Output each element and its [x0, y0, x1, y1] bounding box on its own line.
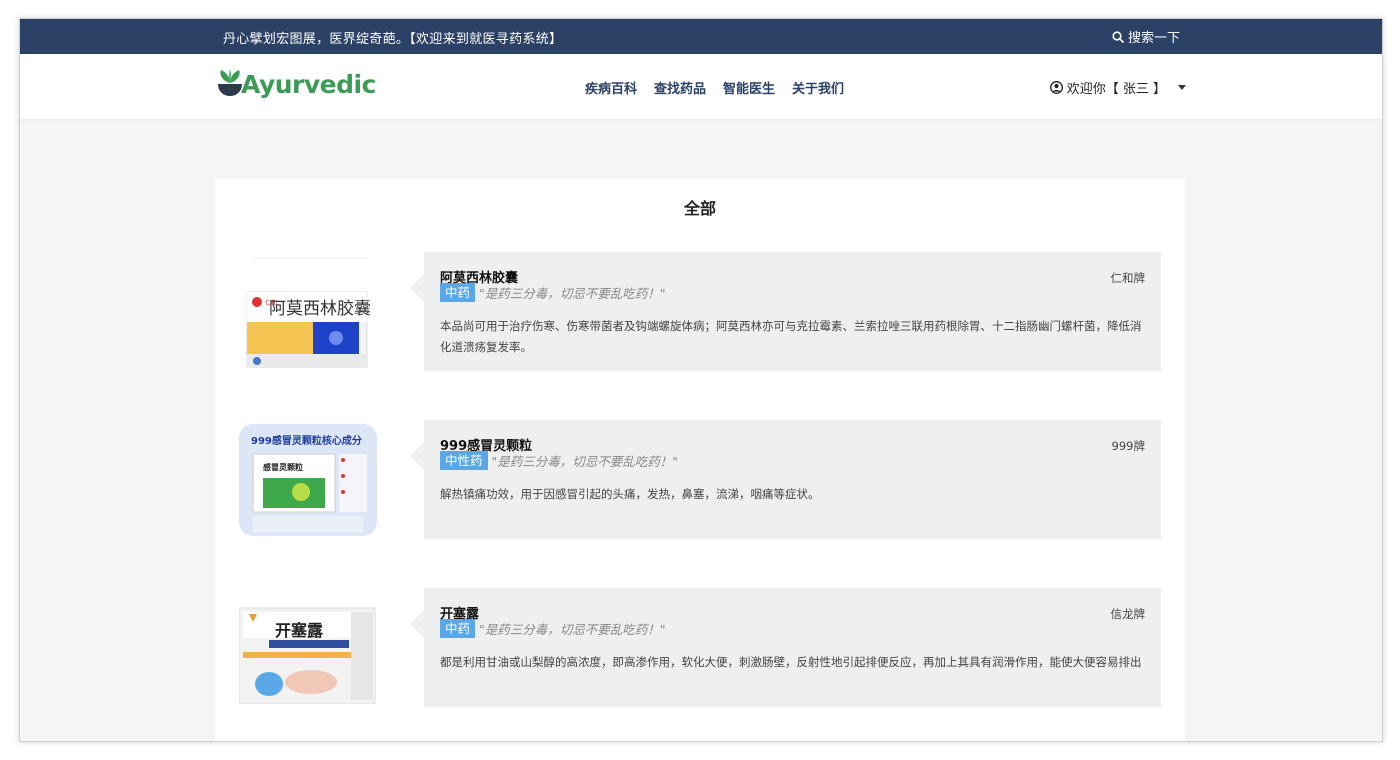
drug-info-panel: 开塞露 信龙牌 中药 "是药三分毒，切忌不要乱吃药！" 都是利用甘油或山梨醇的高…: [410, 588, 1161, 707]
drug-tagline: 中药 "是药三分毒，切忌不要乱吃药！": [440, 619, 666, 638]
drug-warning-quote: "是药三分毒，切忌不要乱吃药！": [491, 454, 679, 469]
drug-image-999-ganmaoling[interactable]: 999感冒灵颗粒核心成分 感冒灵颗粒: [239, 424, 377, 536]
leaf-bowl-icon: [218, 69, 242, 96]
logo-text: Ayurvedic: [241, 69, 376, 99]
drug-description: 都是利用甘油或山梨醇的高浓度，即高渗作用，软化大便，刺激肠壁，反射性地引起排便反…: [440, 655, 1142, 669]
nav-smart-doctor[interactable]: 智能医生: [723, 78, 775, 97]
drug-description: 本品尚可用于治疗伤寒、伤寒带菌者及钩端螺旋体病；阿莫西林亦可与克拉霉素、兰索拉唑…: [440, 319, 1142, 354]
nav-about-us[interactable]: 关于我们: [792, 78, 844, 97]
image-label-text: 开塞露: [275, 621, 324, 640]
drug-item[interactable]: 仁和 阿莫西林胶囊 阿莫西林胶囊 仁和牌 中药 "是药三分毒，切忌不要乱吃药！"…: [215, 252, 1185, 372]
drug-item[interactable]: 999感冒灵颗粒核心成分 感冒灵颗粒 999感冒灵颗粒 999牌 中性药 "是药…: [215, 420, 1185, 540]
search-label: 搜索一下: [1127, 31, 1180, 46]
svg-text:感冒灵颗粒: 感冒灵颗粒: [263, 462, 303, 472]
welcome-notice: 丹心擘划宏图展，医界绽奇葩。【欢迎来到就医寻药系统】: [223, 32, 563, 47]
image-label-text: 阿莫西林胶囊: [269, 299, 371, 319]
user-greeting: 欢迎你【 张三 】: [1066, 82, 1166, 97]
drug-info-panel: 阿莫西林胶囊 仁和牌 中药 "是药三分毒，切忌不要乱吃药！" 本品尚可用于治疗伤…: [410, 252, 1161, 371]
drug-warning-quote: "是药三分毒，切忌不要乱吃药！": [479, 622, 666, 637]
site-logo[interactable]: Ayurvedic: [216, 69, 376, 99]
drug-type-badge: 中药: [440, 619, 476, 638]
image-label-text: 999感冒灵颗粒核心成分: [251, 434, 362, 447]
page-title: 全部: [683, 199, 716, 218]
user-menu[interactable]: 欢迎你【 张三 】: [1049, 78, 1186, 97]
announcement-bar: 丹心擘划宏图展，医界绽奇葩。【欢迎来到就医寻药系统】 搜索一下: [20, 19, 1382, 54]
drug-tagline: 中性药 "是药三分毒，切忌不要乱吃药！": [440, 451, 678, 470]
user-circle-icon: [1049, 81, 1063, 94]
drug-brand: 仁和牌: [1110, 271, 1146, 285]
search-icon: [1112, 30, 1124, 43]
site-header: Ayurvedic 疾病百科 查找药品 智能医生 关于我们 欢迎你【 张三 】: [20, 54, 1382, 119]
main-nav: 疾病百科 查找药品 智能医生 关于我们: [585, 78, 844, 97]
browser-window: 丹心擘划宏图展，医界绽奇葩。【欢迎来到就医寻药系统】 搜索一下 Ayurvedi…: [19, 18, 1383, 742]
drug-type-badge: 中性药: [440, 451, 488, 470]
drug-brand: 999牌: [1111, 439, 1145, 453]
drug-image-amoxicillin[interactable]: 仁和 阿莫西林胶囊: [239, 256, 377, 368]
drug-info-panel: 999感冒灵颗粒 999牌 中性药 "是药三分毒，切忌不要乱吃药！" 解热镇痛功…: [410, 420, 1161, 539]
drug-item[interactable]: 开塞露 开塞露 信龙牌 中药 "是药三分毒，切忌不要乱吃药！" 都是利用甘油或山…: [215, 588, 1185, 708]
drug-tagline: 中药 "是药三分毒，切忌不要乱吃药！": [440, 283, 666, 302]
nav-disease-encyclopedia[interactable]: 疾病百科: [585, 78, 637, 97]
drug-type-badge: 中药: [440, 283, 476, 302]
drug-image-kaisailu[interactable]: 开塞露: [239, 592, 377, 704]
nav-find-drugs[interactable]: 查找药品: [654, 78, 706, 97]
search-button[interactable]: 搜索一下: [1112, 27, 1180, 46]
drug-warning-quote: "是药三分毒，切忌不要乱吃药！": [479, 286, 666, 301]
caret-down-icon[interactable]: [1178, 85, 1186, 90]
drug-list-card: 全部 仁和 阿莫西林胶囊 阿莫西林胶囊 仁和牌 中药 "是药三分毒，切忌不要乱吃…: [215, 179, 1185, 741]
drug-brand: 信龙牌: [1110, 607, 1146, 621]
drug-description: 解热镇痛功效，用于因感冒引起的头痛，发热，鼻塞，流涕，咽痛等症状。: [440, 487, 820, 501]
